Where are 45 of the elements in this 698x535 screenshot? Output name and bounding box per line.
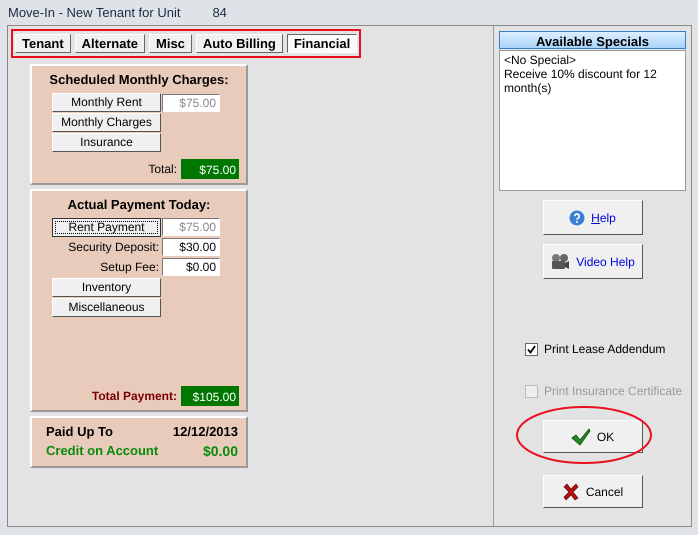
window-title: Move-In - New Tenant for Unit <box>8 4 180 22</box>
list-header: Available Specials <box>499 31 686 49</box>
section-title: Scheduled Monthly Charges: <box>48 71 230 89</box>
unit-number: 84 <box>212 4 227 22</box>
charge-button[interactable]: Monthly Charges <box>52 113 161 132</box>
help-button[interactable]: Help <box>542 200 642 235</box>
credit-label: Credit on Account <box>46 442 158 460</box>
camera-icon <box>550 252 570 270</box>
charge-button[interactable]: Monthly Rent <box>52 93 161 112</box>
specials-list[interactable]: <No Special> Receive 10% discount for 12 month(s) <box>499 50 686 191</box>
charge-button[interactable]: Miscellaneous <box>52 298 161 316</box>
help-button[interactable]: Video Help <box>542 244 642 279</box>
ok-button[interactable]: OK <box>542 420 642 453</box>
total-label: Total Payment: <box>92 388 177 404</box>
help-icon <box>569 210 586 226</box>
amount-field[interactable]: $75.00 <box>162 94 220 112</box>
check-icon <box>570 428 591 446</box>
field-label: Security Deposit: <box>67 239 160 256</box>
checkbox-label: Print Insurance Certificate <box>544 383 682 400</box>
total-amount: $75.00 <box>181 158 239 178</box>
total-label: Total: <box>148 160 177 178</box>
credit-amount: $0.00 <box>202 442 238 461</box>
tab[interactable]: Auto Billing <box>196 34 283 53</box>
field-label: Setup Fee: <box>99 259 160 276</box>
list-item[interactable]: <No Special> <box>504 53 681 67</box>
tab[interactable]: Alternate <box>74 34 146 53</box>
amount-field[interactable]: $0.00 <box>162 258 220 276</box>
charge-button[interactable]: Inventory <box>52 278 161 296</box>
paid-up-to-label: Paid Up To <box>46 422 113 441</box>
tab[interactable]: Misc <box>149 34 192 53</box>
total-amount: $105.00 <box>181 386 239 406</box>
list-item[interactable]: Receive 10% discount for 12 month(s) <box>504 67 681 95</box>
paid-up-to-date: 12/12/2013 <box>172 422 238 440</box>
tab[interactable]: Financial <box>286 34 358 53</box>
amount-field[interactable]: $30.00 <box>162 238 220 256</box>
cross-icon <box>562 482 580 500</box>
charge-button[interactable]: Insurance <box>52 133 161 152</box>
checkbox[interactable] <box>525 342 538 356</box>
tab[interactable]: Tenant <box>15 34 71 53</box>
charge-button[interactable]: Rent Payment <box>52 218 161 236</box>
cancel-button[interactable]: Cancel <box>542 475 642 508</box>
checkbox-label: Print Lease Addendum <box>544 341 666 358</box>
amount-field[interactable]: $75.00 <box>162 218 220 236</box>
check-mark <box>527 344 536 354</box>
section-title: Actual Payment Today: <box>66 196 212 214</box>
